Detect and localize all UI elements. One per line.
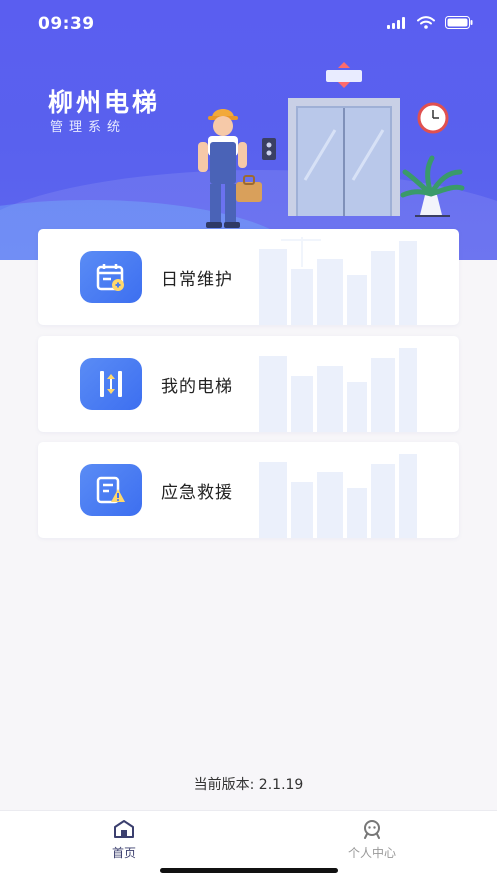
tab-home[interactable]: 首页 [64, 819, 184, 861]
city-background-icon [259, 348, 417, 432]
status-time: 09:39 [38, 14, 95, 34]
menu-card-my-elevators[interactable]: 我的电梯 [38, 336, 459, 432]
worker-illustration [198, 109, 262, 228]
tab-profile-label: 个人中心 [347, 846, 396, 860]
profile-icon [364, 820, 380, 839]
hero-banner: 09:39 柳州电梯 管理系统 [0, 0, 497, 260]
version-text: 当前版本: 2.1.19 [193, 777, 304, 793]
status-icons [387, 16, 473, 29]
battery-icon [445, 16, 473, 29]
elevator-icon [80, 358, 142, 410]
home-indicator [160, 868, 338, 873]
calendar-wrench-icon [80, 251, 142, 303]
app-title: 柳州电梯 [48, 88, 161, 117]
signal-icon [387, 16, 405, 29]
status-bar: 09:39 [0, 0, 497, 50]
tab-home-label: 首页 [111, 846, 136, 860]
wifi-icon [417, 16, 435, 29]
home-icon [114, 820, 134, 838]
city-background-icon [259, 237, 417, 325]
warning-document-icon [80, 464, 142, 516]
elevator-illustration [262, 62, 465, 217]
menu-card-maintenance[interactable]: 日常维护 [38, 229, 459, 325]
app-subtitle: 管理系统 [50, 120, 127, 135]
menu-label-maintenance: 日常维护 [161, 270, 233, 290]
tab-profile[interactable]: 个人中心 [312, 819, 432, 861]
menu-label-emergency: 应急救援 [161, 483, 233, 503]
menu-label-my-elevators: 我的电梯 [161, 377, 233, 397]
menu-card-emergency[interactable]: 应急救援 [38, 442, 459, 538]
city-background-icon [259, 454, 417, 538]
